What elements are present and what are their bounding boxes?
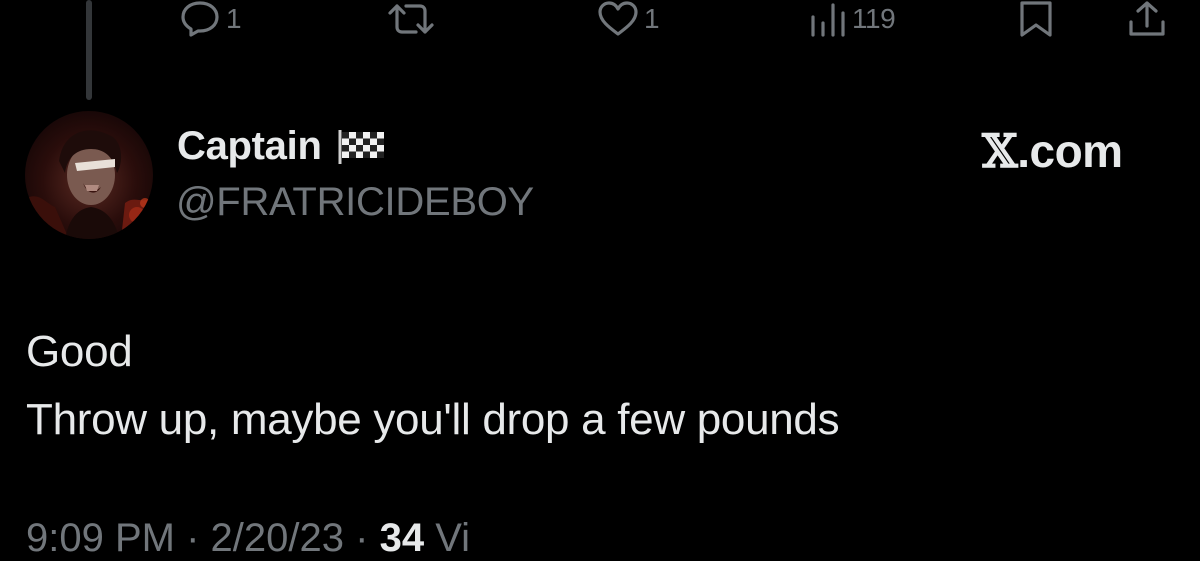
author-handle[interactable]: @FRATRICIDEBOY <box>176 180 534 225</box>
avatar[interactable] <box>25 111 153 239</box>
retweet-icon <box>388 4 434 34</box>
reply-count: 1 <box>226 3 242 34</box>
views-chart-icon <box>811 3 845 37</box>
reply-icon <box>181 1 219 37</box>
author-display-name[interactable]: Captain <box>177 124 388 169</box>
views-count: 34 <box>379 516 425 560</box>
bookmark-icon <box>1020 1 1052 37</box>
display-name-text: Captain <box>177 124 322 168</box>
x-logo-icon: 𝕏 <box>982 124 1018 178</box>
tweet-line-2: Throw up, maybe you'll drop a few pounds <box>26 395 840 444</box>
like-count: 1 <box>644 3 660 34</box>
share-button[interactable] <box>1126 0 1168 38</box>
avatar-image <box>25 111 153 239</box>
tweet-time[interactable]: 9:09 PM <box>26 516 175 560</box>
views-label: Vi <box>435 516 471 560</box>
tweet-body: Good Throw up, maybe you'll drop a few p… <box>26 318 840 454</box>
x-com-watermark: 𝕏 .com <box>982 124 1123 178</box>
meta-separator-2: · <box>355 516 369 560</box>
heart-icon <box>598 1 638 36</box>
share-icon <box>1129 1 1165 36</box>
tweet-action-bar: 1 1 119 <box>0 0 1200 40</box>
view-count: 119 <box>852 3 896 34</box>
meta-separator-1: · <box>186 516 200 560</box>
like-button[interactable]: 1 <box>596 0 660 38</box>
bookmark-button[interactable] <box>1016 0 1056 38</box>
tweet-meta: 9:09 PM · 2/20/23 · 34 Vi <box>26 516 470 561</box>
reply-button[interactable]: 1 <box>178 0 242 38</box>
views-button[interactable]: 119 <box>808 0 896 38</box>
tweet-line-1: Good <box>26 327 133 376</box>
checkered-flag-icon <box>338 129 384 164</box>
retweet-button[interactable] <box>386 0 440 38</box>
tweet-date[interactable]: 2/20/23 <box>211 516 344 560</box>
watermark-domain: .com <box>1017 125 1123 177</box>
